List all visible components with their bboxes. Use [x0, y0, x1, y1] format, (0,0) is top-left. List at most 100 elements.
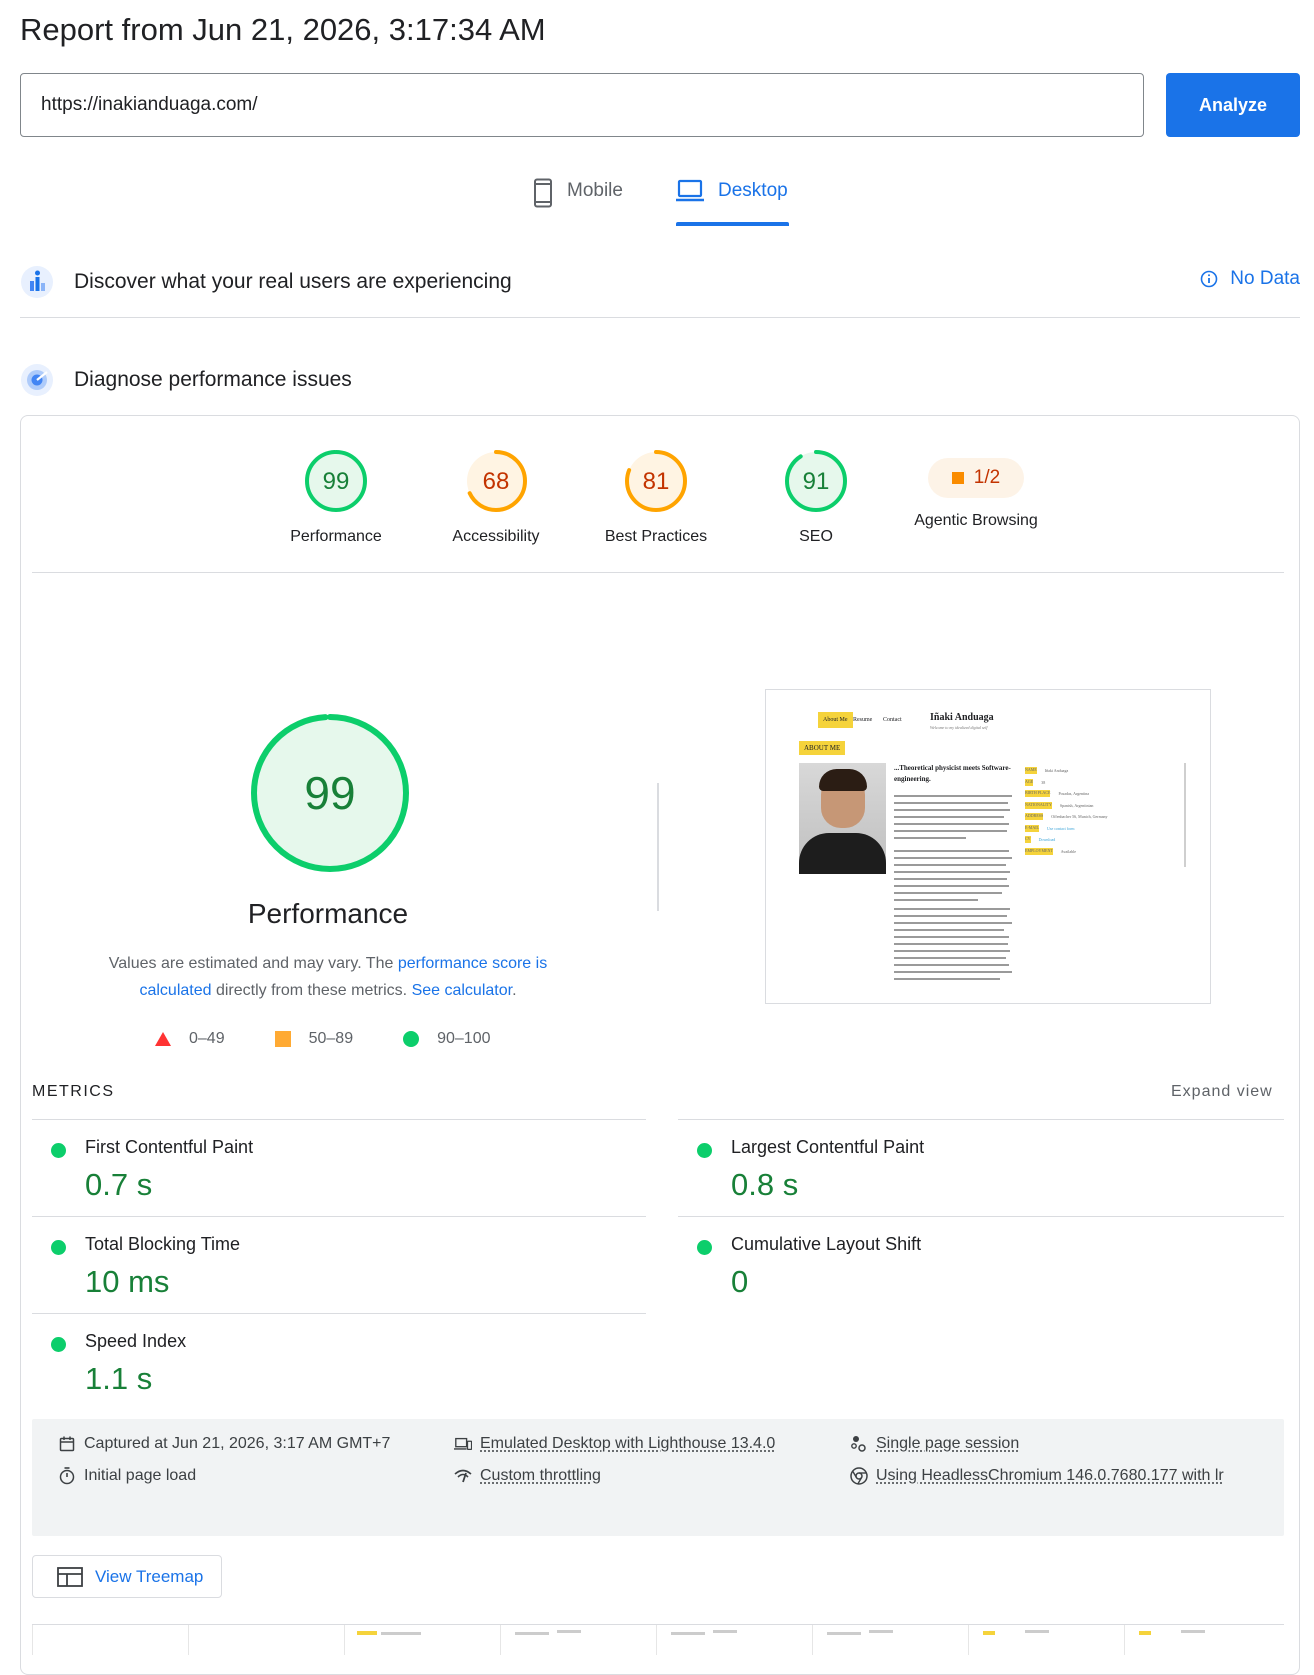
pass-circle-icon — [403, 1031, 420, 1047]
legend-pass: 90–100 — [403, 1030, 490, 1048]
metric-lcp-value: 0.8 s — [731, 1167, 799, 1202]
metric-fcp-name: First Contentful Paint — [85, 1137, 254, 1157]
gauge-best-practices-score: 81 — [643, 468, 670, 495]
metric-lcp-name: Largest Contentful Paint — [731, 1137, 925, 1157]
tab-selected-indicator — [676, 222, 789, 226]
filmstrip-frame — [188, 1625, 344, 1655]
vertical-separator — [657, 783, 659, 911]
calendar-icon — [58, 1428, 76, 1460]
filmstrip — [32, 1624, 1284, 1655]
filmstrip-frame — [812, 1625, 968, 1655]
pass-circle-icon — [697, 1240, 712, 1255]
treemap-icon — [57, 1566, 83, 1587]
preview-name: Iñaki Anduaga — [930, 712, 994, 723]
view-treemap-button[interactable]: View Treemap — [32, 1555, 222, 1598]
signal-icon — [454, 1460, 472, 1492]
card-separator — [32, 572, 1284, 573]
no-data-label: No Data — [1230, 268, 1300, 289]
metrics-divider — [32, 1216, 646, 1217]
metric-cls-name: Cumulative Layout Shift — [731, 1234, 922, 1254]
filmstrip-frame — [500, 1625, 656, 1655]
runtime-settings: Captured at Jun 21, 2026, 3:17 AM GMT+7 … — [32, 1419, 1284, 1536]
gauge-accessibility[interactable]: 68 Accessibility — [416, 448, 576, 546]
performance-note-middle: directly from these metrics. — [211, 982, 412, 999]
agentic-score: 1/2 — [973, 467, 1001, 488]
tab-mobile[interactable]: Mobile — [533, 178, 623, 228]
gauge-agentic-browsing[interactable]: 1/2 Agentic Browsing — [896, 448, 1056, 530]
runtime-captured-text: Captured at Jun 21, 2026, 3:17 AM GMT+7 — [84, 1435, 391, 1452]
crux-title: Discover what your real users are experi… — [74, 270, 512, 293]
gauge-best-practices[interactable]: 81 Best Practices — [576, 448, 736, 546]
preview-paragraph-3 — [894, 908, 1014, 985]
metric-cls-value: 0 — [731, 1264, 749, 1299]
pass-circle-icon — [51, 1337, 66, 1352]
runtime-captured: Captured at Jun 21, 2026, 3:17 AM GMT+7 — [58, 1428, 390, 1460]
gauge-best-practices-ring: 81 — [625, 450, 687, 512]
runtime-emulated[interactable]: Emulated Desktop with Lighthouse 13.4.0 — [454, 1428, 775, 1460]
session-icon — [850, 1428, 868, 1460]
legend-fail: 0–49 — [155, 1030, 225, 1048]
chrome-icon — [850, 1460, 868, 1492]
filmstrip-frame — [968, 1625, 1124, 1655]
tab-mobile-label: Mobile — [567, 180, 623, 201]
filmstrip-frame — [344, 1625, 500, 1655]
legend-pass-range: 90–100 — [437, 1030, 491, 1047]
fail-triangle-icon — [155, 1032, 171, 1046]
analyze-button[interactable]: Analyze — [1166, 73, 1300, 137]
runtime-throttling-text: Custom throttling — [480, 1467, 601, 1484]
see-calculator-link[interactable]: See calculator — [412, 982, 513, 999]
legend-fail-range: 0–49 — [189, 1030, 225, 1047]
score-legend: 0–49 50–89 90–100 — [155, 1030, 540, 1048]
filmstrip-frame — [32, 1625, 188, 1655]
metric-tbt-name: Total Blocking Time — [85, 1234, 241, 1254]
section-divider — [20, 317, 1300, 318]
laptop-icon — [676, 179, 704, 202]
diagnose-icon — [21, 364, 53, 396]
gauge-performance-ring: 99 — [305, 450, 367, 512]
runtime-session[interactable]: Single page session — [850, 1428, 1019, 1460]
diagnose-section: Diagnose performance issues — [20, 358, 1300, 402]
runtime-emulated-text: Emulated Desktop with Lighthouse 13.4.0 — [480, 1435, 776, 1452]
average-square-icon — [274, 1031, 291, 1047]
runtime-throttling[interactable]: Custom throttling — [454, 1460, 601, 1492]
metrics-divider — [32, 1313, 646, 1314]
gauge-seo-label: SEO — [799, 528, 833, 545]
phone-icon — [534, 178, 552, 208]
metrics-divider — [32, 1119, 646, 1120]
performance-big-score: 99 — [304, 767, 355, 819]
metrics-divider — [678, 1216, 1284, 1217]
report-title: Report from Jun 21, 2026, 3:17:34 AM — [20, 12, 546, 47]
performance-note-suffix: . — [512, 982, 517, 999]
preview-section-label: ABOUT ME — [799, 741, 846, 755]
pass-circle-icon — [51, 1240, 66, 1255]
runtime-session-text: Single page session — [876, 1435, 1020, 1452]
metric-si-value: 1.1 s — [85, 1361, 153, 1396]
url-field[interactable] — [20, 73, 1144, 137]
runtime-browser[interactable]: Using HeadlessChromium 146.0.7680.177 wi… — [850, 1460, 1240, 1492]
gauge-best-practices-label: Best Practices — [604, 528, 708, 545]
view-treemap-label: View Treemap — [95, 1566, 204, 1586]
info-icon — [1200, 270, 1218, 288]
final-screenshot-preview[interactable]: About Me Resume Contact Iñaki Anduaga We… — [765, 689, 1211, 1004]
preview-scrollbar — [1184, 763, 1186, 867]
legend-average: 50–89 — [274, 1030, 353, 1048]
gauge-performance[interactable]: 99 Performance — [256, 448, 416, 546]
crux-section: Discover what your real users are experi… — [20, 260, 1300, 304]
tab-desktop[interactable]: Desktop — [676, 178, 788, 228]
expand-view-toggle[interactable]: Expand view — [1171, 1083, 1273, 1101]
devices-icon — [454, 1428, 472, 1460]
preview-tab-contact: Contact — [883, 717, 902, 723]
average-square-icon — [951, 472, 964, 484]
real-users-icon — [21, 266, 53, 298]
performance-note-prefix: Values are estimated and may vary. The — [108, 955, 398, 972]
no-data-link[interactable]: No Data — [1200, 268, 1300, 290]
preview-paragraph-2 — [894, 850, 1014, 906]
url-input[interactable] — [21, 74, 1143, 136]
preview-paragraph-1 — [894, 795, 1014, 844]
performance-note: Values are estimated and may vary. The p… — [88, 950, 568, 1004]
gauge-accessibility-score: 68 — [483, 468, 510, 495]
metric-fcp-value: 0.7 s — [85, 1167, 153, 1202]
gauge-seo[interactable]: 91 SEO — [736, 448, 896, 546]
timer-icon — [58, 1460, 76, 1492]
preview-fields: NAME Iñaki Anduaga AGE 38 BIRTH PLACE Posad… — [1025, 767, 1108, 855]
